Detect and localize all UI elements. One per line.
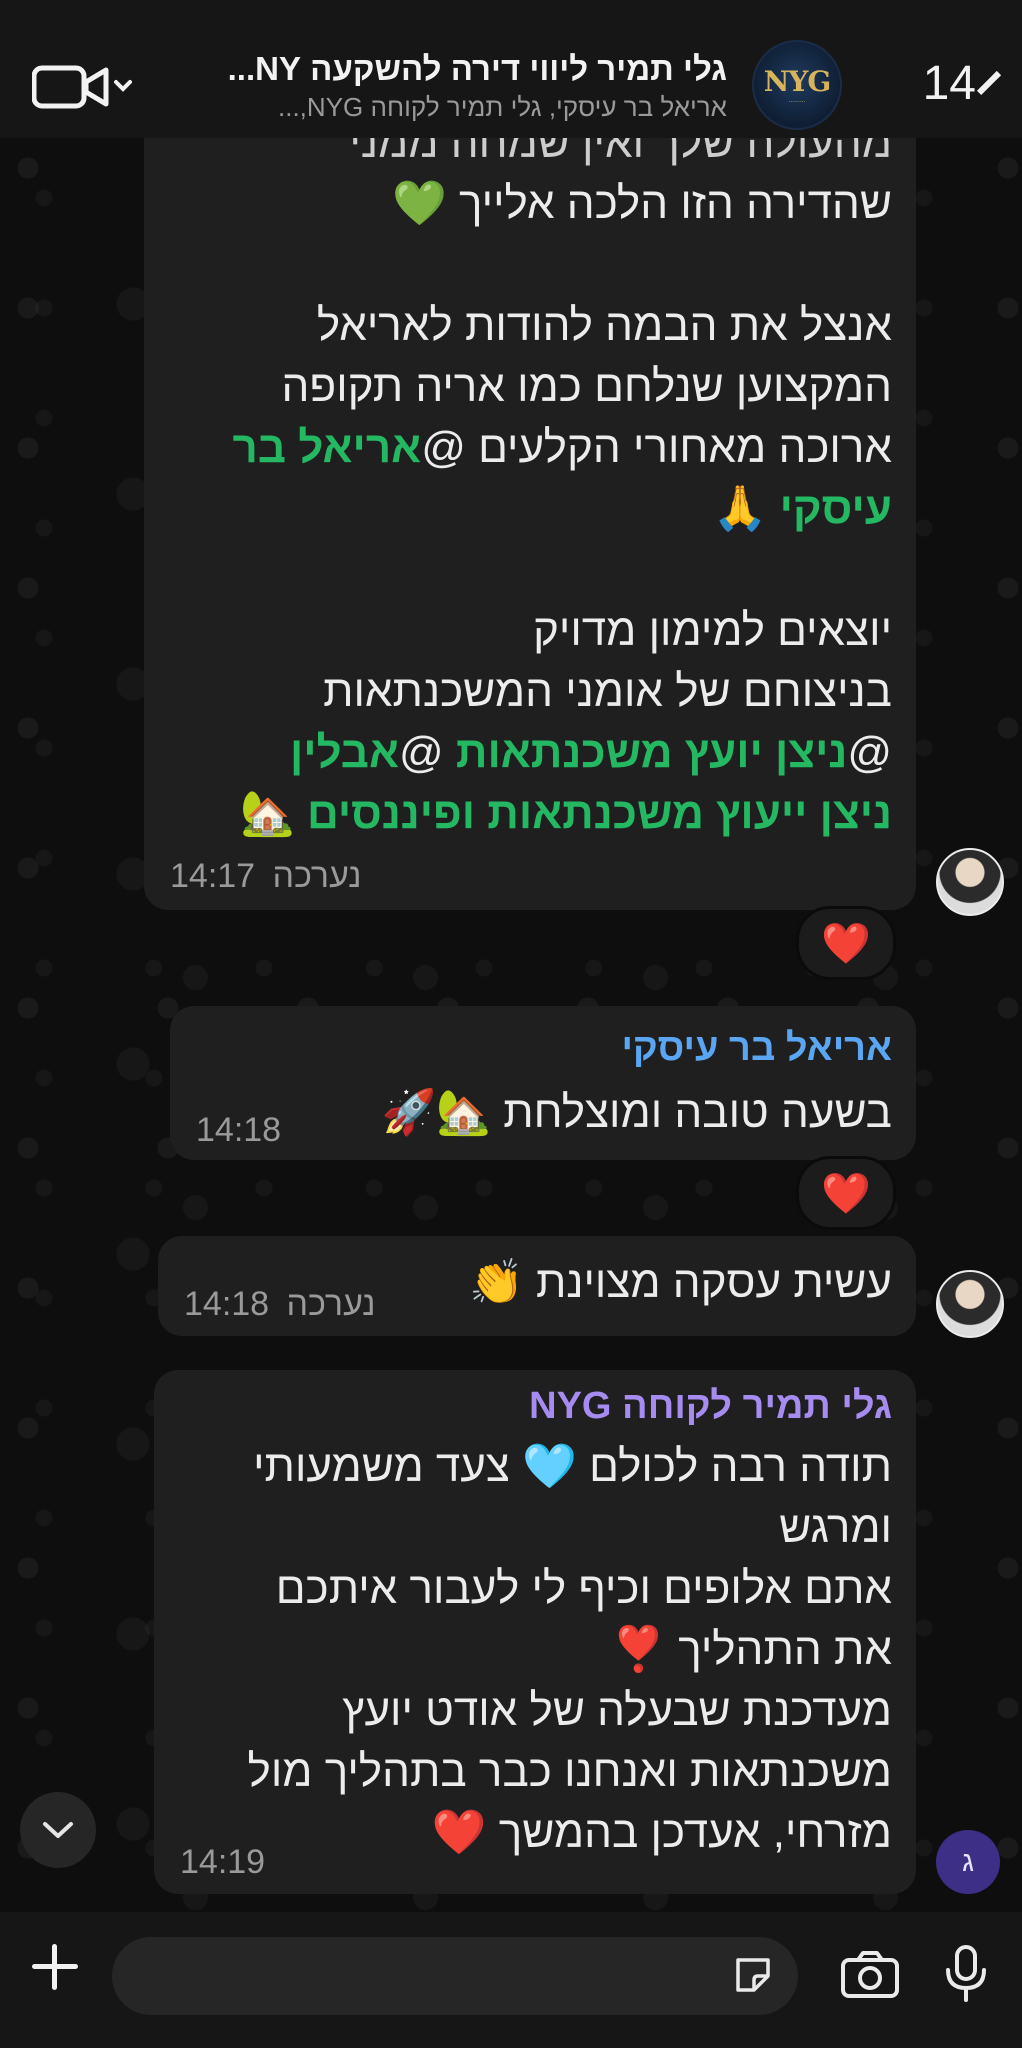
nyg-logo: NYG [763,64,831,98]
heart-reaction[interactable]: ❤️ [796,1156,896,1230]
scroll-to-bottom-button[interactable] [20,1792,96,1868]
video-call-icon[interactable] [31,62,132,112]
message-text: 🙏 [712,484,780,533]
message-text: @ [847,728,892,777]
mention-link[interactable]: אבלין [290,728,399,777]
message-line: את התהליך ❣️ [611,1625,892,1674]
message-meta: נערכה 14:18 [184,1285,375,1324]
mention-link[interactable]: אריאל בר [233,423,422,472]
message-line: מעדכנת שבעלה של אודט יועץ [342,1686,892,1735]
message-line: ניצן ייעוץ משכנתאות ופיננסים 🏡 [233,783,892,844]
group-participants[interactable]: אריאל בר עיסקי, גלי תמיר לקוחה NYG,... [207,92,727,123]
message-line: עיסקי 🙏 [233,478,892,539]
mention-link[interactable]: ניצן ייעוץ משכנתאות ופיננסים [307,789,892,838]
camera-icon[interactable] [840,1950,900,2000]
message-meta: 14:19 [180,1843,265,1882]
message-text: בשעה טובה ומוצלחת 🏡🚀 [381,1088,892,1137]
message-line: ומרגש [779,1503,892,1552]
sender-avatar[interactable] [936,1270,1004,1338]
back-button[interactable]: 14 [922,48,1006,118]
message-line: המקצוען שנלחם כמו אריה תקופה [281,362,892,411]
message-time: 14:19 [180,1843,266,1881]
chevron-down-icon [43,1822,73,1838]
message-bubble[interactable]: אריאל בר עיסקי בשעה טובה ומוצלחת 🏡🚀 14:1… [170,1006,916,1160]
mention-link[interactable]: עיסקי [780,484,892,533]
message-input[interactable] [112,1937,798,2015]
message-text: 🏡 [240,789,308,838]
message-line: בניצוחם של אומני המשכנתאות [323,667,892,716]
plus-icon[interactable] [30,1942,80,1992]
nyg-logo-sub: ········· [788,98,806,106]
message-line: ארוכה מאחורי הקלעים @אריאל בר [233,417,892,478]
message-bubble[interactable]: גלי תמיר לקוחה NYG תודה רבה לכולם 🩵 צעד … [154,1370,916,1894]
message-text: עשית עסקה מצוינת 👏 [468,1258,892,1307]
message-line: משכנתאות ואנחנו כבר בתהליך מול [247,1747,892,1796]
message-line: @ניצן יועץ משכנתאות @אבלין [233,722,892,783]
message-bubble[interactable]: עשית עסקה מצוינת 👏 נערכה 14:18 [158,1236,916,1336]
message-line: אנצל את הבמה להודות לאריאל [316,301,892,350]
sender-name[interactable]: גלי תמיר לקוחה NYG [529,1380,892,1432]
chevron-right-icon [976,70,1002,96]
group-avatar[interactable]: NYG ········· [752,40,842,130]
message-line: מזרחי, אעדכן בהמשך ❤️ [431,1808,892,1857]
message-line [233,539,892,600]
message-line [233,234,892,295]
message-time: 14:18 [184,1285,270,1323]
sticker-icon[interactable] [732,1954,774,1996]
message-time: 14:17 [170,857,256,895]
message-meta: 14:18 [196,1111,281,1150]
sender-name[interactable]: אריאל בר עיסקי [621,1022,892,1074]
unread-count: 14 [922,56,976,110]
sender-avatar[interactable]: ג [936,1830,1000,1894]
message-text: @ [398,728,456,777]
message-meta: נערכה 14:17 [170,857,361,896]
message-bubble[interactable]: מהעולה שלך ואין שמחה ממני שהדירה הזו הלכ… [144,100,916,910]
message-text: ארוכה מאחורי הקלעים @ [421,423,892,472]
heart-reaction[interactable]: ❤️ [796,906,896,980]
edited-label: נערכה [272,857,362,895]
edited-label: נערכה [286,1285,376,1323]
composer-bar [0,1912,1022,2048]
group-title[interactable]: גלי תמיר ליווי דירה להשקעה NY... [207,50,727,88]
message-time: 14:18 [196,1111,282,1149]
message-line: אתם אלופים וכיף לי לעבור איתכם [275,1564,892,1613]
message-line: שהדירה הזו הלכה אלייך 💚 [392,179,892,228]
microphone-icon[interactable] [942,1944,990,2004]
sender-avatar[interactable] [936,848,1004,916]
message-line: תודה רבה לכולם 🩵 צעד משמעותי [253,1442,892,1491]
message-line: יוצאים למימון מדויק [532,606,892,655]
mention-link[interactable]: ניצן יועץ משכנתאות [456,728,847,777]
chat-header: גלי תמיר ליווי דירה להשקעה NY... אריאל ב… [0,0,1022,138]
